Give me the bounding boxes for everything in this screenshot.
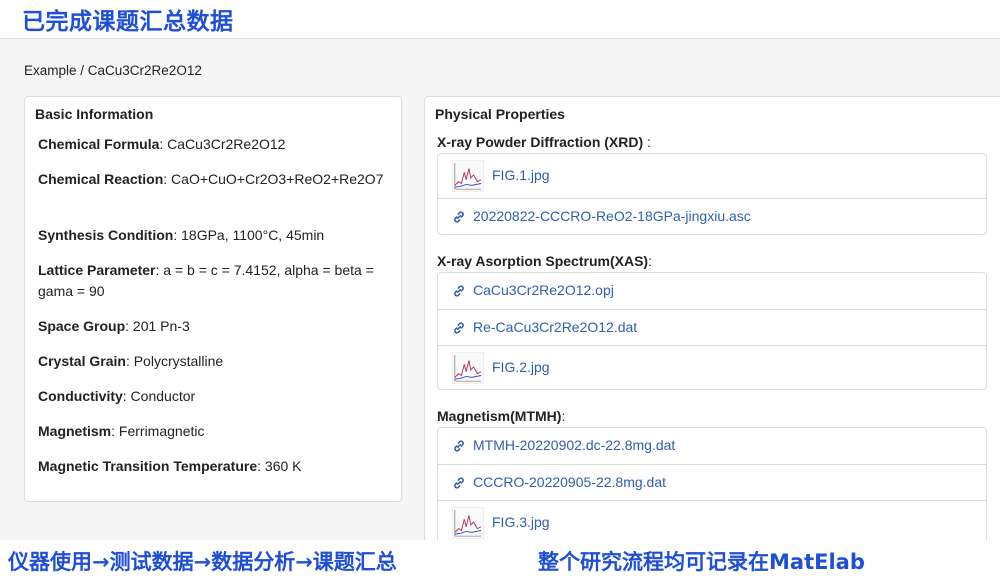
section-title-colon: : [648, 253, 652, 269]
field-lattice-parameter: Lattice Parameter: a = b = c = 7.4152, a… [38, 260, 393, 302]
file-name[interactable]: 20220822-CCCRO-ReO2-18GPa-jingxiu.asc [473, 208, 751, 224]
file-link[interactable]: CaCu3Cr2Re2O12.opj [438, 273, 986, 309]
file-link[interactable]: Re-CaCu3Cr2Re2O12.dat [438, 309, 986, 345]
section-title-text: Magnetism(MTMH) [437, 408, 562, 424]
section-title-text: X-ray Powder Diffraction (XRD) [437, 134, 644, 150]
field-value: : 360 K [257, 458, 302, 474]
image-thumbnail[interactable] [452, 507, 484, 539]
top-banner-text: 已完成课题汇总数据 [22, 9, 234, 35]
file-link[interactable]: CCCRO-20220905-22.8mg.dat [438, 464, 986, 500]
physical-properties-card: Physical Properties X-ray Powder Diffrac… [424, 96, 1000, 556]
field-value: : 201 Pn-3 [125, 318, 190, 334]
file-link[interactable]: 20220822-CCCRO-ReO2-18GPa-jingxiu.asc [438, 198, 986, 234]
bottom-banner-left-text: 仪器使用→测试数据→数据分析→课题汇总 [8, 550, 397, 574]
image-thumbnail[interactable] [452, 352, 484, 384]
section-title: X-ray Asorption Spectrum(XAS): [437, 253, 652, 269]
field-value: : Polycrystalline [125, 353, 224, 369]
section-title: Magnetism(MTMH): [437, 408, 565, 424]
field-label: Magnetism [38, 423, 112, 439]
file-name[interactable]: FIG.3.jpg [492, 514, 550, 530]
field-magnetic-transition-temperature: Magnetic Transition Temperature: 360 K [38, 456, 393, 477]
field-label: Conductivity [38, 388, 123, 404]
field-magnetism: Magnetism: Ferrimagnetic [38, 421, 393, 442]
link-icon [452, 438, 468, 454]
file-link[interactable]: MTMH-20220902.dc-22.8mg.dat [438, 428, 986, 464]
image-attachment[interactable]: FIG.3.jpg [438, 500, 986, 544]
top-banner: 已完成课题汇总数据 [0, 0, 1000, 38]
file-name[interactable]: FIG.2.jpg [492, 359, 550, 375]
section-title: X-ray Powder Diffraction (XRD) : [437, 134, 651, 150]
field-label: Chemical Formula [38, 136, 160, 152]
file-name[interactable]: Re-CaCu3Cr2Re2O12.dat [473, 319, 637, 335]
link-icon [452, 209, 468, 225]
image-attachment[interactable]: FIG.2.jpg [438, 345, 986, 389]
field-crystal-grain: Crystal Grain: Polycrystalline [38, 351, 393, 372]
field-value: : Conductor [122, 388, 196, 404]
section-title-colon: : [643, 134, 651, 150]
link-icon [452, 320, 468, 336]
basic-information-title: Basic Information [35, 106, 154, 122]
field-label: Crystal Grain [38, 353, 126, 369]
link-icon [452, 475, 468, 491]
physical-properties-title: Physical Properties [435, 106, 565, 122]
file-name[interactable]: MTMH-20220902.dc-22.8mg.dat [473, 437, 675, 453]
field-chemical-formula: Chemical Formula: CaCu3Cr2Re2O12 [38, 134, 393, 155]
basic-information-card: Basic Information Chemical Formula: CaCu… [24, 96, 402, 502]
field-value: : Ferrimagnetic [111, 423, 205, 439]
field-synthesis-condition: Synthesis Condition: 18GPa, 1100°C, 45mi… [38, 225, 393, 246]
field-chemical-reaction: Chemical Reaction: CaO+CuO+Cr2O3+ReO2+Re… [38, 169, 393, 190]
field-label: Lattice Parameter [38, 262, 156, 278]
field-label: Chemical Reaction [38, 171, 164, 187]
image-thumbnail[interactable] [452, 160, 484, 192]
file-list: FIG.1.jpg 20220822-CCCRO-ReO2-18GPa-jingx… [437, 153, 987, 235]
file-name[interactable]: FIG.1.jpg [492, 167, 550, 183]
link-icon [452, 283, 468, 299]
section-title-text: X-ray Asorption Spectrum(XAS) [437, 253, 649, 269]
field-space-group: Space Group: 201 Pn-3 [38, 316, 393, 337]
page-body: Example / CaCu3Cr2Re2O12 Basic Informati… [0, 38, 1000, 556]
field-value: : CaCu3Cr2Re2O12 [159, 136, 286, 152]
section-title-colon: : [561, 408, 566, 424]
file-list: MTMH-20220902.dc-22.8mg.dat CCCRO-2022090… [437, 427, 987, 545]
field-conductivity: Conductivity: Conductor [38, 386, 393, 407]
field-value: : 18GPa, 1100°C, 45min [173, 227, 325, 243]
image-attachment[interactable]: FIG.1.jpg [438, 154, 986, 198]
file-name[interactable]: CaCu3Cr2Re2O12.opj [473, 282, 614, 298]
field-value: : CaO+CuO+Cr2O3+ReO2+Re2O7 [163, 171, 384, 187]
bottom-banner-right-text: 整个研究流程均可记录在MatElab [538, 550, 865, 574]
field-label: Magnetic Transition Temperature [38, 458, 258, 474]
field-label: Synthesis Condition [38, 227, 174, 243]
field-label: Space Group [38, 318, 126, 334]
breadcrumb[interactable]: Example / CaCu3Cr2Re2O12 [24, 63, 202, 78]
bottom-banner: 仪器使用→测试数据→数据分析→课题汇总 整个研究流程均可记录在MatElab [0, 540, 1000, 579]
file-list: CaCu3Cr2Re2O12.opj Re-CaCu3Cr2Re2O12.dat F… [437, 272, 987, 390]
file-name[interactable]: CCCRO-20220905-22.8mg.dat [473, 474, 666, 490]
